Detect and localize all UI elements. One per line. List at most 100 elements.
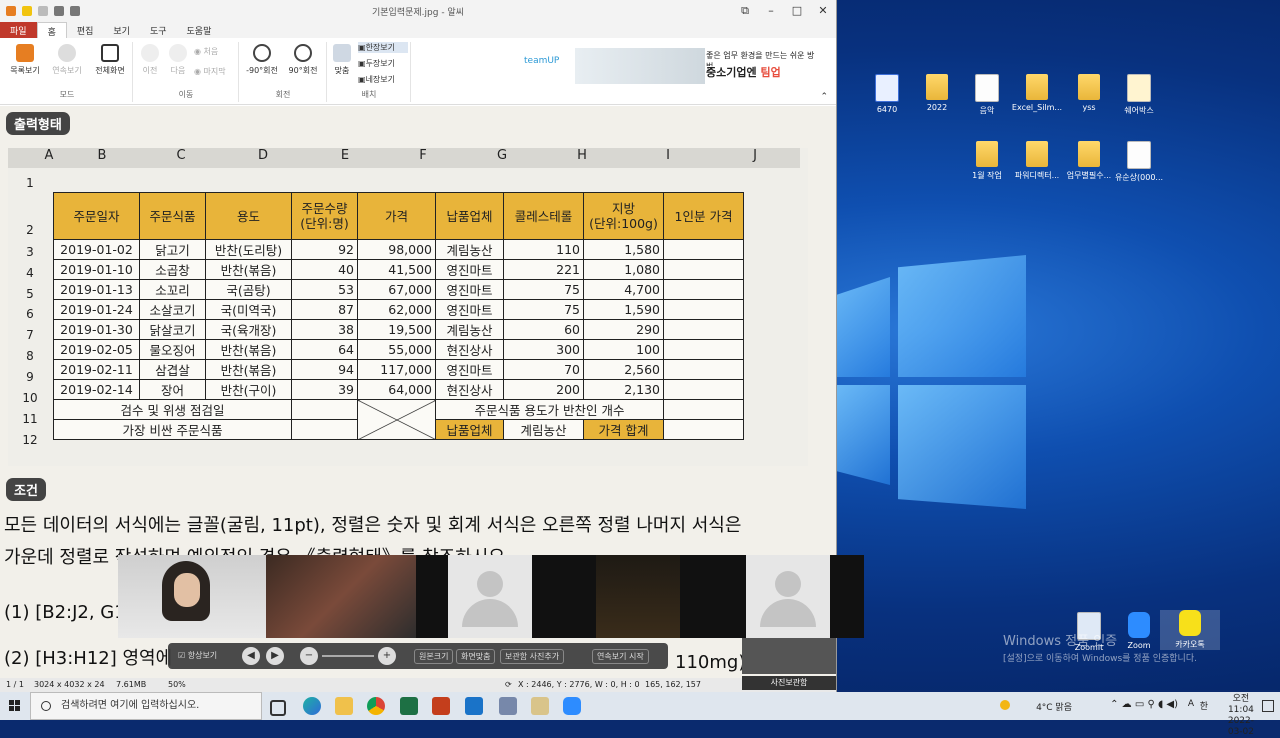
- table-cell: 닭고기: [139, 239, 206, 260]
- windows-start-icon: [9, 700, 20, 711]
- folder-icon: [1078, 74, 1100, 100]
- header-cell: 주문식품: [139, 192, 206, 240]
- powerpoint-icon[interactable]: [432, 697, 450, 715]
- start-button[interactable]: [0, 692, 30, 720]
- zoom-video-strip: [118, 555, 864, 638]
- condition-text: 모든 데이터의 서식에는 글꼴(굴림, 11pt), 정렬은 숫자 및 회계 서…: [4, 515, 742, 536]
- zoom-out-icon[interactable]: −: [300, 647, 318, 665]
- desktop-icon-yusunsang[interactable]: 유순상(000...: [1109, 141, 1169, 183]
- desktop-icon-sharebox[interactable]: 쉐어박스: [1109, 74, 1169, 116]
- table-cell: 반찬(볶음): [205, 339, 292, 360]
- participant-avatar-5[interactable]: [746, 555, 830, 638]
- one-page-button[interactable]: ▣한장보기: [358, 42, 408, 53]
- file-explorer-icon[interactable]: [335, 697, 353, 715]
- table-cell: 117,000: [357, 359, 436, 380]
- task-view-icon[interactable]: [270, 700, 286, 716]
- tab-home[interactable]: 홈: [36, 22, 67, 38]
- table-cell: 2019-01-13: [53, 279, 140, 300]
- table-cell: [663, 279, 744, 300]
- table-cell: 64,000: [357, 379, 436, 400]
- alsee-taskbar-icon[interactable]: [465, 697, 483, 715]
- app-group-icon[interactable]: [499, 697, 517, 715]
- fit-button[interactable]: 맞춤: [322, 44, 362, 76]
- table-cell: 계림농산: [435, 239, 504, 260]
- teamup-ad-banner[interactable]: teamUP 좋은 업무 환경을 만드는 쉬운 방법 중소기업엔 팀업: [520, 46, 820, 88]
- tray-icons[interactable]: ⌃ ☁ ▭ ⚲ ◖ ◀): [1110, 699, 1178, 710]
- supplier-label: 납품업체: [435, 419, 504, 440]
- tab-tools[interactable]: 도구: [140, 22, 177, 38]
- ime-mode[interactable]: A: [1188, 699, 1194, 709]
- start-slideshow-button[interactable]: 연속보기 시작: [592, 649, 649, 664]
- participant-video-2[interactable]: [266, 555, 416, 638]
- two-page-button[interactable]: ▣두장보기: [358, 58, 408, 69]
- four-page-button[interactable]: ▣네장보기: [358, 74, 408, 85]
- window-title: 기본입력문제.jpg - 알씨: [372, 7, 464, 18]
- zoom-slider[interactable]: [322, 655, 374, 657]
- photo-box-button[interactable]: 사진보관함: [742, 676, 836, 690]
- zoom-in-icon[interactable]: +: [378, 647, 396, 665]
- add-to-photobox-button[interactable]: 보관함 사진추가: [500, 649, 565, 664]
- table-row: 2019-01-24 소살코기 국(미역국) 87 62,000 영진마트 75 1,590: [53, 299, 744, 320]
- file-icon: [875, 74, 899, 102]
- table-cell: 55,000: [357, 339, 436, 360]
- next-button[interactable]: 다음: [158, 44, 198, 76]
- sharebox-icon: [1127, 74, 1151, 102]
- prev-image-icon[interactable]: ◀: [242, 647, 260, 665]
- slideshow-button[interactable]: 연속보기: [47, 44, 87, 76]
- last-button[interactable]: ◉ 마지막: [194, 66, 240, 77]
- participant-avatar-3[interactable]: [448, 555, 532, 638]
- row-header: 9: [26, 370, 34, 384]
- rotate-cw-button[interactable]: 90°회전: [283, 44, 323, 76]
- excel-icon[interactable]: [400, 697, 418, 715]
- col-header: B: [97, 148, 107, 163]
- original-size-button[interactable]: 원본크기: [414, 649, 454, 664]
- pet-app-icon[interactable]: [531, 697, 549, 715]
- table-cell: 2019-02-14: [53, 379, 140, 400]
- notification-icon[interactable]: [1262, 700, 1274, 712]
- list-view-button[interactable]: 목록보기: [5, 44, 45, 76]
- tab-edit[interactable]: 편집: [67, 22, 104, 38]
- col-header: F: [419, 148, 427, 163]
- header-cell: 용도: [205, 192, 292, 240]
- minimize-button[interactable]: –: [758, 0, 784, 22]
- table-cell: 62,000: [357, 299, 436, 320]
- participant-video-1[interactable]: [118, 555, 266, 638]
- close-button[interactable]: ✕: [810, 0, 836, 22]
- next-image-icon[interactable]: ▶: [266, 647, 284, 665]
- first-button[interactable]: ◉ 처음: [194, 46, 234, 57]
- desktop-icon-excel-silm[interactable]: Excel_Silm...: [1007, 74, 1067, 112]
- header-cell: 1인분 가격: [663, 192, 744, 240]
- table-cell: 현진상사: [435, 339, 504, 360]
- ribbon-group-layout: 맞춤 ▣한장보기 ▣두장보기 ▣네장보기 배치: [328, 42, 411, 102]
- most-expensive-label: 가장 비싼 주문식품: [53, 419, 292, 440]
- restore-layout-button[interactable]: ⧉: [732, 0, 758, 22]
- table-cell: 반찬(볶음): [205, 259, 292, 280]
- fit-screen-button[interactable]: 화면맞춤: [456, 649, 496, 664]
- tab-help[interactable]: 도움말: [177, 22, 222, 38]
- zoom-taskbar-icon[interactable]: [563, 697, 581, 715]
- table-cell: 2019-02-05: [53, 339, 140, 360]
- tab-view[interactable]: 보기: [103, 22, 140, 38]
- always-on-top-toggle[interactable]: ☑ 항상보기: [174, 649, 221, 662]
- taskbar-search-box[interactable]: 검색하려면 여기에 입력하십시오.: [30, 692, 262, 720]
- participant-video-4[interactable]: [596, 555, 680, 638]
- music-file-icon: [975, 74, 999, 102]
- row-header: 12: [22, 433, 38, 447]
- rotate-ccw-button[interactable]: -90°회전: [242, 44, 282, 76]
- collapse-ribbon-icon[interactable]: ⌃: [820, 92, 828, 102]
- weather-text[interactable]: 4°C 맑음: [1036, 700, 1072, 713]
- windows-logo: [836, 255, 1036, 525]
- chrome-icon[interactable]: [367, 697, 385, 715]
- thumbnail-preview[interactable]: [742, 638, 836, 674]
- edge-icon[interactable]: [303, 697, 321, 715]
- user-file-icon: [1127, 141, 1151, 169]
- tab-file[interactable]: 파일: [0, 22, 37, 38]
- desktop-icon-powerdirector[interactable]: 파워디렉터...: [1007, 141, 1067, 181]
- order-table: 주문일자 주문식품 용도 주문수량 (단위:명) 가격 납품업체 콜레스테롤 지방…: [53, 192, 744, 440]
- fullscreen-button[interactable]: 전체화면: [90, 44, 130, 76]
- clock[interactable]: 오전 11:04 2022-03-02: [1228, 694, 1254, 738]
- table-cell: 100: [583, 339, 664, 360]
- side-dish-count-label: 주문식품 용도가 반찬인 개수: [435, 399, 664, 420]
- language-indicator[interactable]: 한: [1200, 699, 1208, 712]
- maximize-button[interactable]: □: [784, 0, 810, 22]
